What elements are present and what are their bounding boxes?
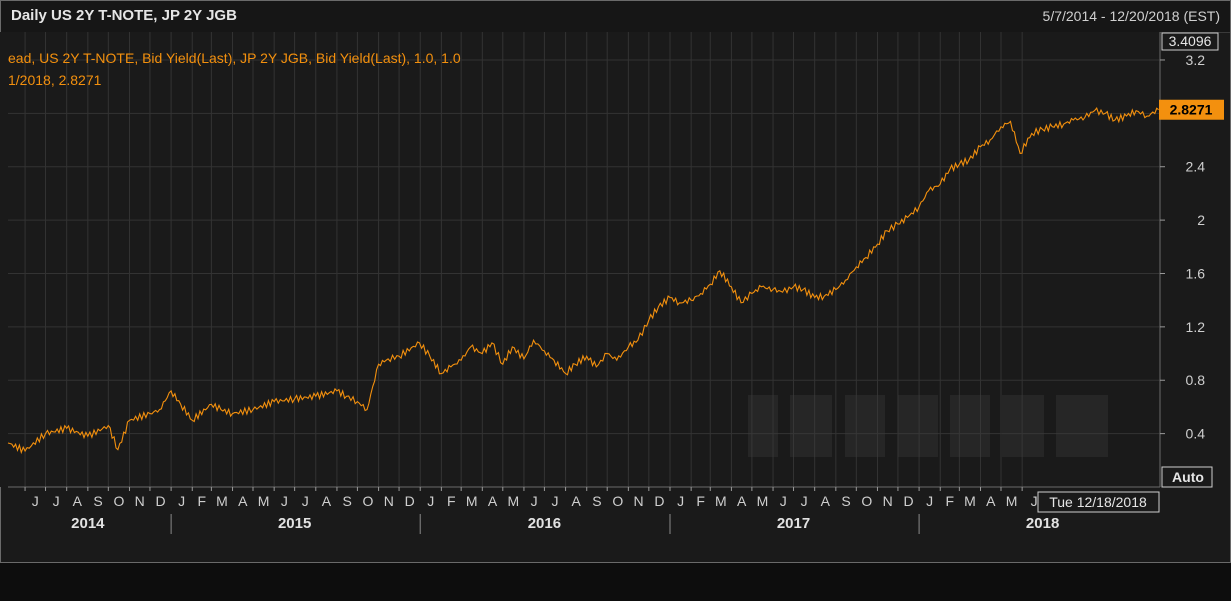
x-month-label: J [281, 493, 288, 509]
x-month-label: N [135, 493, 145, 509]
x-month-label: N [384, 493, 394, 509]
x-month-label: D [903, 493, 913, 509]
x-month-label: A [737, 493, 747, 509]
x-year-label: 2018 [1026, 515, 1059, 532]
x-month-label: S [343, 493, 352, 509]
y-tick-label: 0.8 [1186, 372, 1206, 388]
x-month-label: A [322, 493, 332, 509]
x-month-label: A [571, 493, 581, 509]
x-month-label: A [986, 493, 996, 509]
x-month-label: S [841, 493, 850, 509]
x-month-label: F [946, 493, 955, 509]
x-month-label: J [1031, 493, 1038, 509]
x-month-label: F [447, 493, 456, 509]
x-year-label: 2016 [528, 515, 561, 532]
x-month-label: J [178, 493, 185, 509]
x-month-label: J [780, 493, 787, 509]
x-month-label: O [861, 493, 872, 509]
x-month-label: D [654, 493, 664, 509]
x-month-label: M [466, 493, 478, 509]
y-tick-label: 1.2 [1186, 319, 1206, 335]
x-month-label: O [612, 493, 623, 509]
auto-label[interactable]: Auto [1172, 469, 1204, 485]
x-axis: JJASONDJFMAMJJASONDJFMAMJJASONDJFMAMJJAS… [24, 487, 1059, 534]
x-month-label: A [488, 493, 498, 509]
x-month-label: M [258, 493, 270, 509]
y-tick-label: 2 [1197, 212, 1205, 228]
x-year-label: 2015 [278, 515, 311, 532]
x-month-label: F [198, 493, 207, 509]
x-month-label: M [715, 493, 727, 509]
x-month-label: S [592, 493, 601, 509]
legend-line-2: 1/2018, 2.8271 [8, 72, 102, 88]
x-month-label: A [73, 493, 83, 509]
x-month-label: A [238, 493, 248, 509]
last-value-box: 2.8271 [1159, 99, 1224, 120]
x-month-label: M [964, 493, 976, 509]
top-value-label: 3.4096 [1169, 33, 1212, 49]
cursor-date-box: Tue 12/18/2018 [1037, 491, 1160, 513]
x-month-label: O [363, 493, 374, 509]
x-month-label: D [405, 493, 415, 509]
x-month-label: M [757, 493, 769, 509]
x-month-label: O [113, 493, 124, 509]
y-tick-label: 2.4 [1186, 159, 1206, 175]
bottom-bar [0, 563, 1231, 601]
top-value-box: 3.4096 [1161, 32, 1219, 51]
auto-button[interactable]: Auto [1161, 466, 1213, 488]
x-year-label: 2017 [777, 515, 810, 532]
x-month-label: D [155, 493, 165, 509]
x-month-label: M [216, 493, 228, 509]
x-month-label: S [93, 493, 102, 509]
x-month-label: N [634, 493, 644, 509]
cursor-date-label: Tue 12/18/2018 [1049, 494, 1147, 510]
x-month-label: J [926, 493, 933, 509]
chart-plot[interactable]: 3.22.82.421.61.20.80.4 JJASONDJFMAMJJASO… [0, 0, 1231, 601]
x-month-label: N [883, 493, 893, 509]
x-month-label: J [551, 493, 558, 509]
x-month-label: J [531, 493, 538, 509]
x-year-label: 2014 [71, 515, 105, 532]
x-month-label: J [302, 493, 309, 509]
x-month-label: J [677, 493, 684, 509]
last-value-label: 2.8271 [1170, 102, 1213, 118]
x-month-label: M [508, 493, 520, 509]
x-month-label: J [53, 493, 60, 509]
x-month-label: J [32, 493, 39, 509]
x-month-label: M [1006, 493, 1018, 509]
y-tick-label: 0.4 [1186, 426, 1206, 442]
y-tick-label: 1.6 [1186, 265, 1206, 281]
legend-line-1: ead, US 2Y T-NOTE, Bid Yield(Last), JP 2… [8, 50, 461, 66]
x-month-label: J [427, 493, 434, 509]
x-month-label: J [801, 493, 808, 509]
y-tick-label: 3.2 [1186, 52, 1206, 68]
x-month-label: F [696, 493, 705, 509]
x-month-label: A [821, 493, 831, 509]
